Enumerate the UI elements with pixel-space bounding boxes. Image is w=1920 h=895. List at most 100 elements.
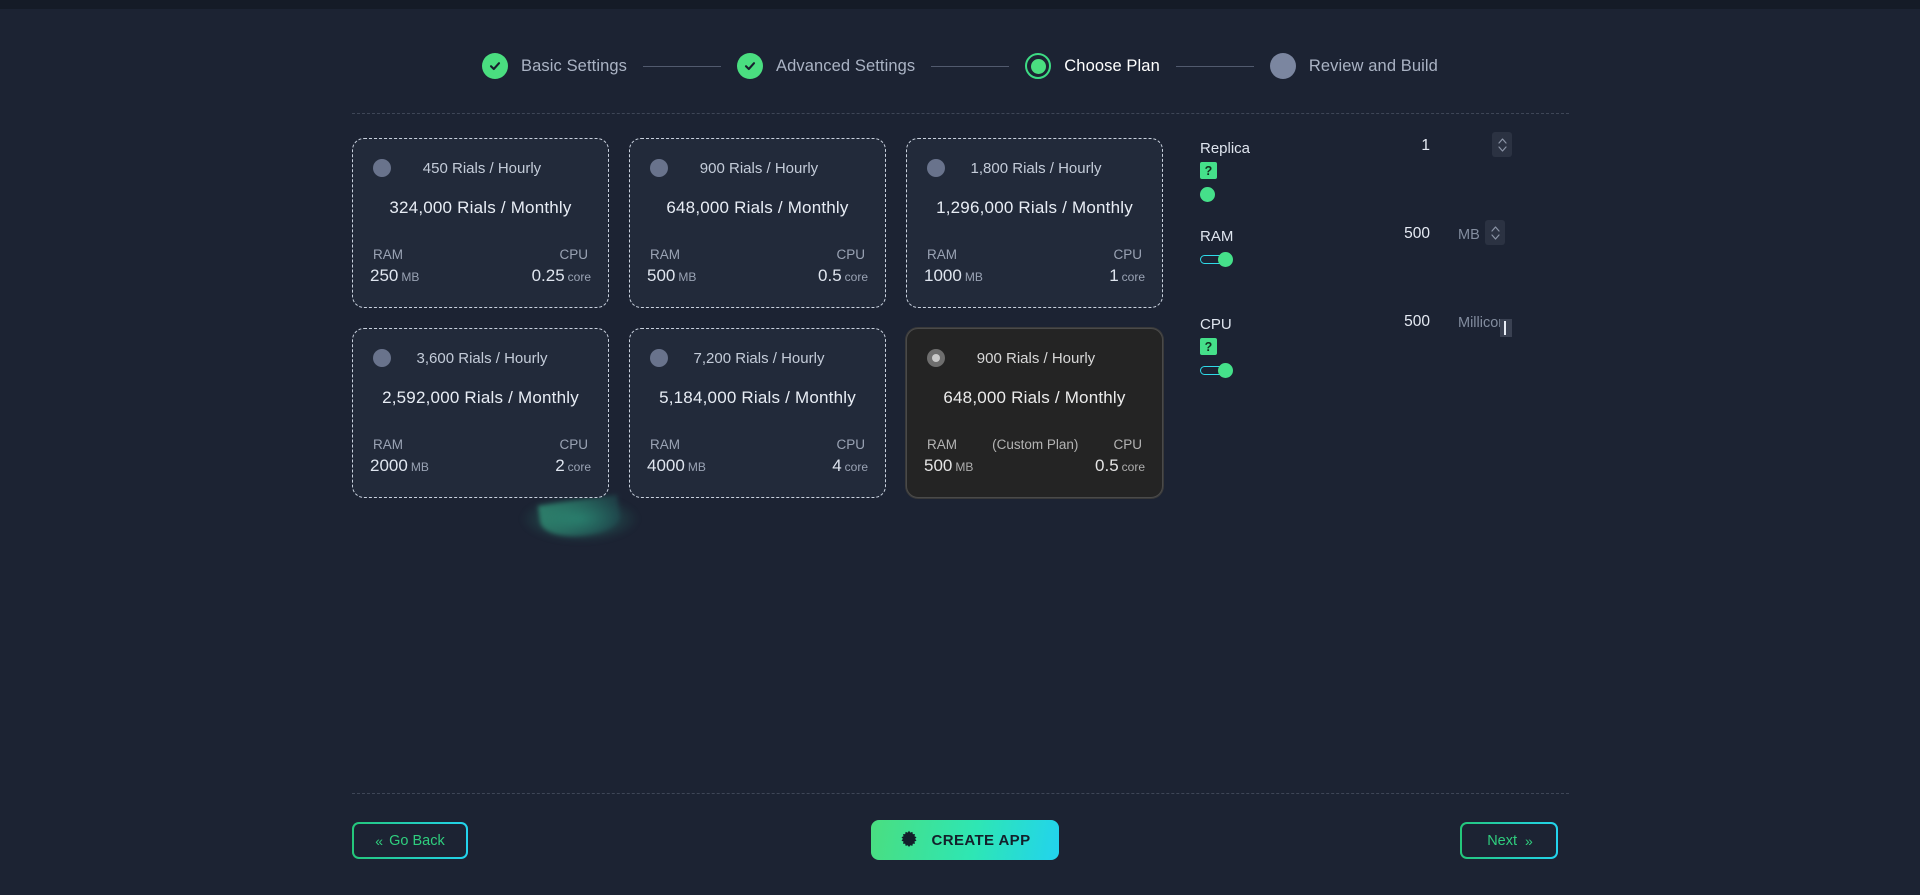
go-back-button[interactable]: « Go Back — [352, 822, 468, 859]
ram-unit: MB — [1458, 227, 1480, 243]
resource-controls-panel: Replica ? 1 RAM 500 MB CPU ? 500 Millico… — [1200, 132, 1570, 404]
cpu-label: CPU — [559, 247, 588, 262]
ram-label: RAM — [650, 247, 680, 262]
plan-card-header: 450 Rials / Hourly — [370, 153, 591, 183]
replica-slider[interactable] — [1200, 186, 1236, 202]
ram-value: 250 — [370, 266, 399, 285]
next-button[interactable]: Next » — [1460, 822, 1558, 859]
plan-hourly-price: 7,200 Rials / Hourly — [693, 349, 825, 367]
plan-card[interactable]: 450 Rials / Hourly 324,000 Rials / Month… — [352, 138, 609, 308]
stepper-connector — [1175, 65, 1254, 67]
go-back-label: Go Back — [389, 832, 445, 849]
plan-card-header: 7,200 Rials / Hourly — [647, 343, 868, 373]
cpu-value-group: 4 core — [832, 456, 868, 476]
help-icon[interactable]: ? — [1200, 162, 1217, 179]
cpu-label: CPU — [1200, 316, 1232, 333]
plan-card[interactable]: 1,800 Rials / Hourly 1,296,000 Rials / M… — [906, 138, 1163, 308]
cpu-value: 0.5 — [1095, 456, 1119, 475]
replica-value: 1 — [1421, 137, 1430, 154]
check-icon — [736, 53, 763, 79]
top-strip — [0, 0, 1920, 9]
ram-value: 2000 — [370, 456, 408, 475]
plan-specs: RAM (Custom Plan) CPU 500 MB 0.5 core — [924, 437, 1145, 476]
ram-unit: MB — [687, 460, 706, 474]
plan-radio-icon[interactable] — [373, 159, 391, 177]
help-icon[interactable]: ? — [1200, 338, 1217, 355]
plan-monthly-price: 324,000 Rials / Monthly — [389, 198, 572, 217]
cpu-value: 2 — [555, 456, 565, 475]
ram-stepper-arrows[interactable] — [1485, 220, 1505, 245]
cpu-label: CPU — [559, 437, 588, 452]
plan-hourly-price: 450 Rials / Hourly — [422, 159, 542, 177]
ram-value-group: 4000 MB — [647, 456, 706, 476]
plan-card[interactable]: 7,200 Rials / Hourly 5,184,000 Rials / M… — [629, 328, 886, 498]
stepper-connector — [931, 65, 1010, 67]
cpu-unit: core — [844, 460, 868, 474]
cpu-unit: core — [567, 270, 591, 284]
plan-radio-icon[interactable] — [373, 349, 391, 367]
ram-value-group: 1000 MB — [924, 266, 983, 286]
plan-monthly-price: 648,000 Rials / Monthly — [666, 198, 849, 217]
ram-unit: MB — [955, 460, 974, 474]
ram-unit: MB — [401, 270, 420, 284]
plan-card[interactable]: 3,600 Rials / Hourly 2,592,000 Rials / M… — [352, 328, 609, 498]
cpu-unit: core — [844, 270, 868, 284]
ram-value-group: 250 MB — [370, 266, 419, 286]
create-app-button[interactable]: CREATE APP — [871, 820, 1059, 860]
ram-value: 1000 — [924, 266, 962, 285]
ram-value: 500 — [1404, 225, 1430, 242]
step-label-basic-settings: Basic Settings — [521, 56, 627, 75]
step-review-and-build[interactable]: Review and Build — [1269, 53, 1438, 79]
cpu-label: CPU — [1113, 247, 1142, 262]
cpu-value: 0.5 — [818, 266, 842, 285]
plan-radio-icon[interactable] — [650, 159, 668, 177]
ram-slider[interactable] — [1200, 252, 1236, 267]
decorative-blob — [520, 495, 640, 543]
plan-monthly-price: 2,592,000 Rials / Monthly — [382, 388, 579, 407]
plan-card[interactable]: 900 Rials / Hourly 648,000 Rials / Month… — [629, 138, 886, 308]
step-choose-plan[interactable]: Choose Plan — [1025, 53, 1160, 79]
cpu-unit: core — [1121, 270, 1145, 284]
ram-label: RAM — [927, 247, 957, 262]
cpu-value-group: 0.5 core — [1095, 456, 1145, 476]
resource-row-cpu: CPU ? 500 Millicore — [1200, 313, 1570, 404]
cpu-label: CPU — [836, 247, 865, 262]
plan-radio-icon-selected[interactable] — [927, 349, 945, 367]
replica-label: Replica — [1200, 140, 1251, 157]
plan-radio-icon[interactable] — [650, 349, 668, 367]
replica-stepper-arrows[interactable] — [1492, 132, 1512, 157]
plan-specs: RAM CPU 4000 MB 4 core — [647, 437, 868, 476]
ram-unit: MB — [410, 460, 429, 474]
plan-card-header: 1,800 Rials / Hourly — [924, 153, 1145, 183]
step-label-advanced-settings: Advanced Settings — [775, 56, 916, 75]
current-step-icon — [1025, 53, 1052, 79]
ram-value-group: 500 MB — [647, 266, 696, 286]
plan-radio-icon[interactable] — [927, 159, 945, 177]
plan-hourly-price: 900 Rials / Hourly — [976, 349, 1096, 367]
decorative-blob-accent — [537, 494, 623, 542]
plan-specs: RAM CPU 2000 MB 2 core — [370, 437, 591, 476]
next-label: Next — [1487, 832, 1518, 849]
cpu-unit: core — [567, 460, 591, 474]
text-cursor-icon — [1500, 319, 1512, 337]
cpu-label: CPU — [836, 437, 865, 452]
plan-specs: RAM CPU 1000 MB 1 core — [924, 247, 1145, 286]
divider-bottom — [352, 793, 1569, 794]
cpu-value: 1 — [1109, 266, 1119, 285]
ram-value: 500 — [647, 266, 676, 285]
cpu-slider[interactable] — [1200, 362, 1236, 378]
plan-card-selected[interactable]: 900 Rials / Hourly 648,000 Rials / Month… — [906, 328, 1163, 498]
ram-value-group: 500 MB — [924, 456, 973, 476]
ram-unit: MB — [964, 270, 983, 284]
cpu-unit: core — [1121, 460, 1145, 474]
cpu-label: CPU — [1113, 437, 1142, 452]
plan-specs: RAM CPU 500 MB 0.5 core — [647, 247, 868, 286]
step-advanced-settings[interactable]: Advanced Settings — [736, 53, 916, 79]
cpu-value-group: 0.5 core — [818, 266, 868, 286]
cpu-value: 4 — [832, 456, 842, 475]
ram-value-group: 2000 MB — [370, 456, 429, 476]
stepper-connector — [642, 65, 721, 67]
gear-icon — [899, 830, 919, 850]
ram-label: RAM — [650, 437, 680, 452]
step-basic-settings[interactable]: Basic Settings — [482, 53, 627, 79]
